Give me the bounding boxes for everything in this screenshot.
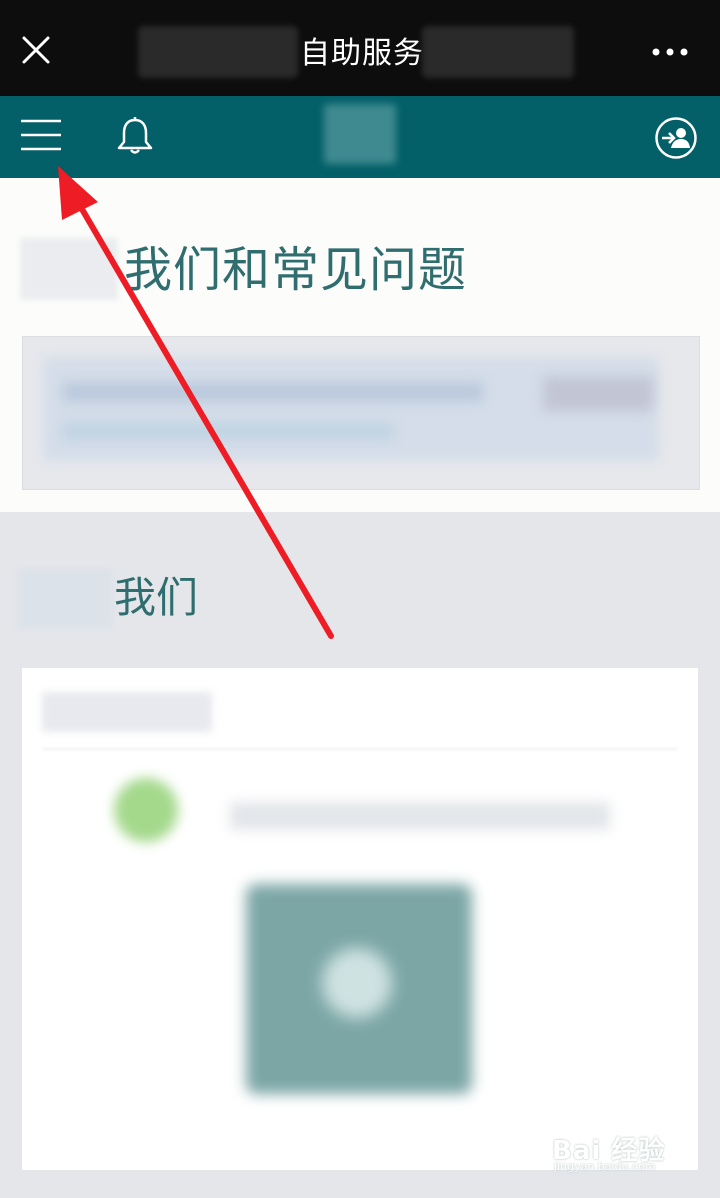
account-login-icon[interactable]	[654, 116, 698, 160]
faq-search-card	[22, 336, 700, 490]
redacted-card-heading	[42, 692, 212, 732]
qr-center-logo	[322, 948, 392, 1018]
redacted-search-text	[63, 383, 483, 401]
about-heading: 我们	[114, 573, 199, 622]
bell-icon[interactable]	[114, 116, 156, 156]
about-card	[22, 668, 698, 1170]
more-dots-icon[interactable]	[650, 40, 690, 64]
redacted-search-hint	[63, 423, 393, 439]
hamburger-menu-icon[interactable]	[20, 118, 62, 152]
redacted-title-right	[422, 26, 574, 78]
redacted-title-left	[138, 26, 298, 78]
app-title-bar: 自助服务	[0, 0, 720, 96]
redacted-heading-prefix	[20, 238, 118, 300]
site-nav-bar	[0, 96, 720, 178]
wechat-logo-icon	[114, 778, 178, 842]
faq-section: 我们和常见问题	[0, 178, 720, 512]
about-section: 我们	[0, 512, 720, 1198]
baidu-jingyan-watermark: Bai 经验 jingyan.baidu.com	[552, 1128, 692, 1178]
redacted-about-prefix	[18, 568, 112, 628]
redacted-site-logo	[324, 104, 396, 164]
close-icon[interactable]	[18, 32, 54, 68]
redacted-card-text	[230, 802, 610, 830]
page-title: 自助服务	[300, 36, 424, 71]
watermark-url: jingyan.baidu.com	[554, 1160, 656, 1173]
redacted-search-button[interactable]	[543, 377, 653, 411]
divider	[42, 748, 678, 750]
faq-heading: 我们和常见问题	[124, 242, 468, 298]
